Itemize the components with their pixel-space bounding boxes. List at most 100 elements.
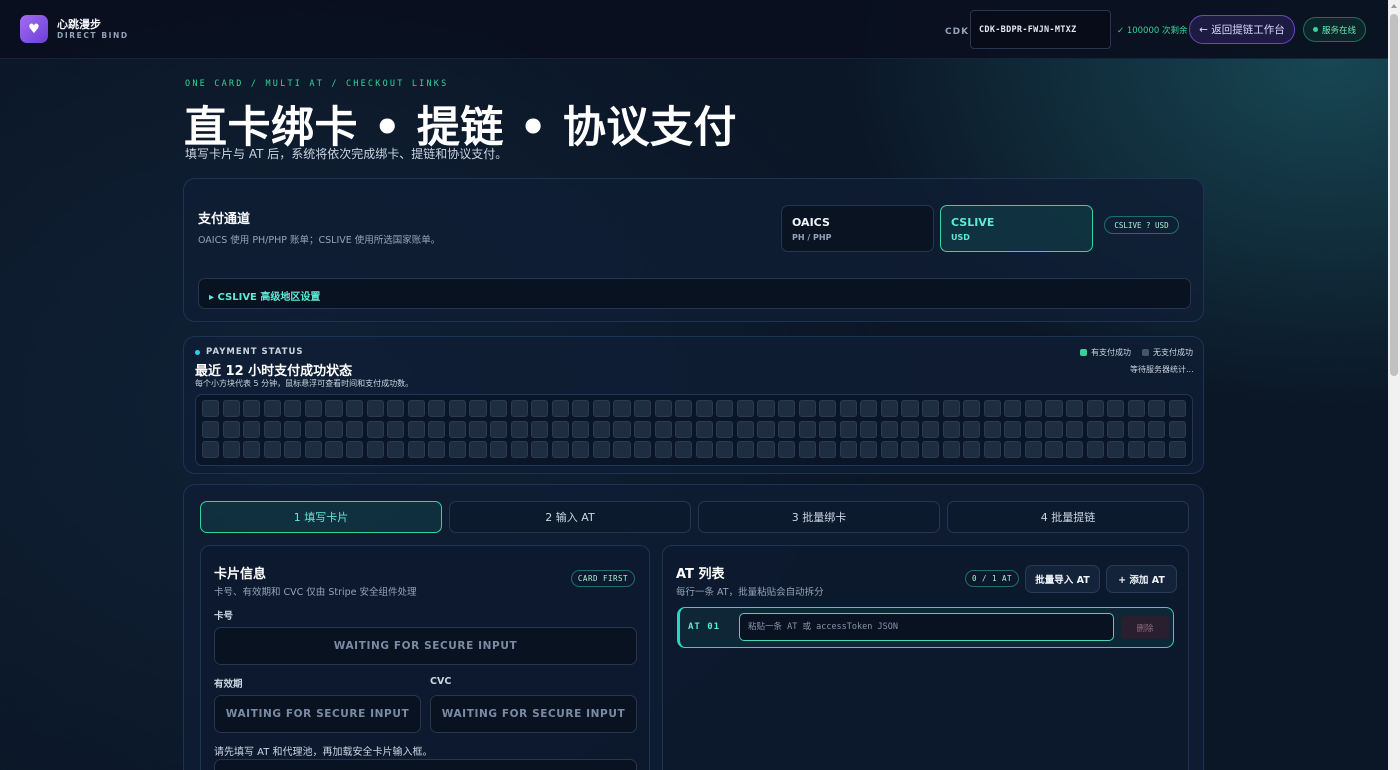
status-cell[interactable]: [1107, 441, 1125, 458]
status-cell[interactable]: [469, 420, 487, 438]
status-cell[interactable]: [963, 441, 981, 458]
status-cell[interactable]: [880, 420, 898, 438]
status-cell[interactable]: [490, 420, 508, 438]
status-cell[interactable]: [1066, 400, 1084, 417]
status-cell[interactable]: [716, 400, 734, 417]
status-cell[interactable]: [304, 441, 322, 458]
cdk-field[interactable]: CDK-BDPR-FWJN-MTXZ: [970, 10, 1111, 49]
status-cell[interactable]: [860, 420, 878, 438]
status-cell[interactable]: [366, 441, 384, 458]
status-cell[interactable]: [551, 400, 569, 417]
status-cell[interactable]: [798, 420, 816, 438]
status-cell[interactable]: [572, 400, 590, 417]
status-cell[interactable]: [284, 400, 302, 417]
status-cell[interactable]: [1127, 400, 1145, 417]
status-cell[interactable]: [448, 420, 466, 438]
status-cell[interactable]: [572, 441, 590, 458]
status-cell[interactable]: [654, 400, 672, 417]
status-cell[interactable]: [819, 420, 837, 438]
back-to-workbench-button[interactable]: ← 返回提链工作台: [1189, 15, 1295, 44]
status-cell[interactable]: [922, 441, 940, 458]
status-cell[interactable]: [1024, 400, 1042, 417]
status-cell[interactable]: [407, 420, 425, 438]
status-cell[interactable]: [922, 420, 940, 438]
status-cell[interactable]: [304, 420, 322, 438]
status-cell[interactable]: [1107, 400, 1125, 417]
status-cell[interactable]: [880, 441, 898, 458]
status-cell[interactable]: [1168, 400, 1186, 417]
page-scrollbar[interactable]: [1388, 0, 1400, 770]
channel-option-oaics[interactable]: OAICS PH / PHP: [781, 205, 934, 252]
status-cell[interactable]: [222, 441, 240, 458]
cvc-field[interactable]: WAITING FOR SECURE INPUT: [430, 695, 637, 733]
status-cell[interactable]: [942, 420, 960, 438]
load-secure-input-button[interactable]: [214, 759, 637, 770]
expiry-field[interactable]: WAITING FOR SECURE INPUT: [214, 695, 421, 733]
status-cell[interactable]: [695, 400, 713, 417]
status-cell[interactable]: [1045, 420, 1063, 438]
status-cell[interactable]: [284, 420, 302, 438]
status-cell[interactable]: [798, 400, 816, 417]
status-cell[interactable]: [346, 441, 364, 458]
status-cell[interactable]: [222, 400, 240, 417]
batch-import-at-button[interactable]: 批量导入 AT: [1025, 565, 1100, 593]
status-cell[interactable]: [243, 441, 261, 458]
status-cell[interactable]: [202, 420, 220, 438]
status-cell[interactable]: [901, 400, 919, 417]
status-cell[interactable]: [243, 400, 261, 417]
status-cell[interactable]: [757, 420, 775, 438]
status-cell[interactable]: [654, 441, 672, 458]
status-cell[interactable]: [860, 400, 878, 417]
status-cell[interactable]: [510, 441, 528, 458]
status-cell[interactable]: [448, 400, 466, 417]
status-cell[interactable]: [202, 400, 220, 417]
status-cell[interactable]: [366, 400, 384, 417]
step-fill-card[interactable]: 1 填写卡片: [200, 501, 442, 533]
status-cell[interactable]: [428, 400, 446, 417]
status-cell[interactable]: [716, 420, 734, 438]
status-cell[interactable]: [531, 400, 549, 417]
status-cell[interactable]: [243, 420, 261, 438]
status-cell[interactable]: [572, 420, 590, 438]
status-cell[interactable]: [901, 441, 919, 458]
status-cell[interactable]: [1168, 441, 1186, 458]
status-cell[interactable]: [263, 420, 281, 438]
status-cell[interactable]: [448, 441, 466, 458]
status-cell[interactable]: [675, 420, 693, 438]
status-cell[interactable]: [613, 441, 631, 458]
status-cell[interactable]: [263, 441, 281, 458]
scrollbar-thumb[interactable]: [1390, 14, 1398, 376]
status-cell[interactable]: [1148, 420, 1166, 438]
status-cell[interactable]: [1045, 400, 1063, 417]
status-cell[interactable]: [634, 420, 652, 438]
status-cell[interactable]: [1024, 441, 1042, 458]
status-cell[interactable]: [407, 400, 425, 417]
status-cell[interactable]: [1066, 441, 1084, 458]
status-cell[interactable]: [819, 400, 837, 417]
status-cell[interactable]: [1045, 441, 1063, 458]
status-cell[interactable]: [819, 441, 837, 458]
status-cell[interactable]: [675, 441, 693, 458]
step-batch-link[interactable]: 4 批量提链: [947, 501, 1189, 533]
status-cell[interactable]: [1004, 441, 1022, 458]
status-cell[interactable]: [1086, 400, 1104, 417]
status-cell[interactable]: [778, 400, 796, 417]
status-cell[interactable]: [1004, 420, 1022, 438]
status-cell[interactable]: [736, 441, 754, 458]
status-cell[interactable]: [778, 441, 796, 458]
card-number-field[interactable]: WAITING FOR SECURE INPUT: [214, 627, 637, 665]
status-cell[interactable]: [922, 400, 940, 417]
status-cell[interactable]: [284, 441, 302, 458]
status-cell[interactable]: [263, 400, 281, 417]
status-cell[interactable]: [695, 420, 713, 438]
status-cell[interactable]: [1127, 441, 1145, 458]
status-cell[interactable]: [592, 420, 610, 438]
status-cell[interactable]: [695, 441, 713, 458]
status-cell[interactable]: [880, 400, 898, 417]
status-cell[interactable]: [983, 420, 1001, 438]
status-cell[interactable]: [675, 400, 693, 417]
status-cell[interactable]: [839, 420, 857, 438]
status-cell[interactable]: [757, 400, 775, 417]
status-cell[interactable]: [634, 400, 652, 417]
status-cell[interactable]: [1107, 420, 1125, 438]
